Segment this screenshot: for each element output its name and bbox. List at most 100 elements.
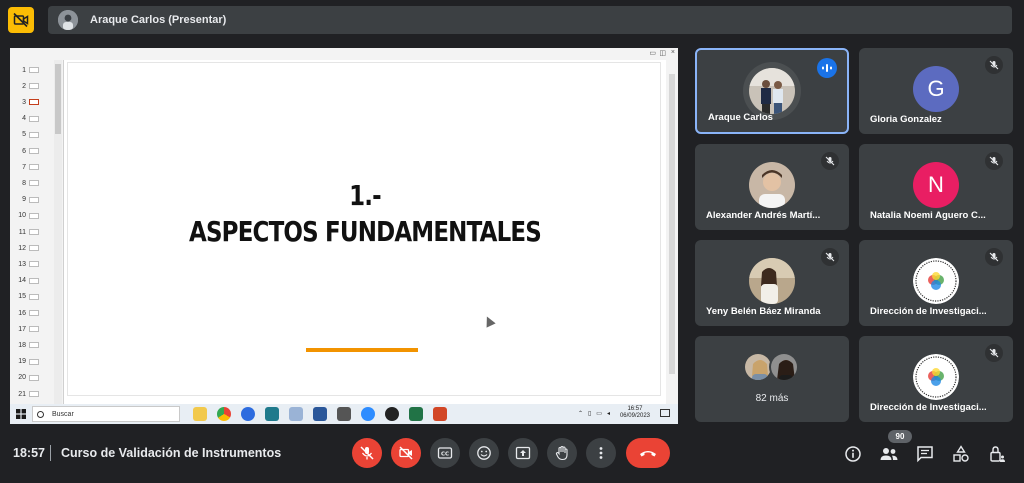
- slide-thumbnail[interactable]: 1: [14, 64, 39, 76]
- mic-off-icon: [821, 248, 839, 266]
- avatar: G: [913, 66, 959, 112]
- taskbar-clock-time: 16:57: [627, 406, 643, 412]
- participant-tile[interactable]: Araque Carlos: [695, 48, 849, 134]
- participant-name: Dirección de Investigaci...: [870, 306, 987, 317]
- mic-off-icon: [821, 152, 839, 170]
- emoji-icon: [477, 446, 491, 460]
- taskbar-search-box[interactable]: Buscar: [32, 406, 180, 422]
- activities-button[interactable]: [951, 444, 971, 464]
- participant-tile[interactable]: Dirección de Investigaci...: [859, 240, 1013, 326]
- tray-network-icon[interactable]: ▯: [588, 410, 591, 417]
- mic-off-icon: [360, 446, 374, 460]
- slide-thumbnail[interactable]: 7: [14, 161, 39, 173]
- host-controls-button[interactable]: [987, 444, 1007, 464]
- slide-thumbnail-preview: [29, 261, 39, 268]
- divider: [50, 445, 51, 461]
- slide-thumbnail-preview: [29, 148, 39, 154]
- slide-thumbnail[interactable]: 21: [14, 388, 39, 400]
- more-participants-tile[interactable]: 82 más: [695, 336, 849, 422]
- app-icon[interactable]: [289, 407, 303, 421]
- captions-button[interactable]: CC: [430, 438, 460, 468]
- people-button[interactable]: [879, 444, 899, 464]
- window-close-icon[interactable]: ×: [671, 49, 675, 56]
- presenter-label: Araque Carlos (Presentar): [90, 14, 227, 26]
- slide-thumbnail[interactable]: 10: [14, 210, 39, 222]
- word-icon[interactable]: [313, 407, 327, 421]
- participant-tile[interactable]: N Natalia Noemi Aguero C...: [859, 144, 1013, 230]
- camera-toggle-button[interactable]: [391, 438, 421, 468]
- thumbnail-scrollbar-thumb[interactable]: [55, 64, 61, 134]
- participant-name: Alexander Andrés Martí...: [706, 210, 821, 221]
- file-explorer-icon[interactable]: [193, 407, 207, 421]
- chat-button[interactable]: [915, 444, 935, 464]
- slide-thumbnail-number: 16: [18, 309, 26, 317]
- network-app-icon[interactable]: [265, 407, 279, 421]
- more-options-button[interactable]: [586, 438, 616, 468]
- slide-thumbnail-number: 21: [18, 390, 26, 398]
- slide-thumbnail[interactable]: 9: [14, 194, 39, 206]
- present-now-button[interactable]: [508, 438, 538, 468]
- taskbar-clock-date: 06/09/2023: [619, 413, 650, 419]
- slide-thumbnail-preview: [29, 131, 39, 138]
- app-icon-dark[interactable]: [337, 407, 351, 421]
- tray-battery-icon[interactable]: ▭: [596, 410, 602, 417]
- slide-thumbnail[interactable]: 14: [14, 275, 39, 287]
- slide-thumbnail[interactable]: 5: [14, 129, 39, 141]
- presenter-bar[interactable]: Araque Carlos (Presentar): [48, 6, 1012, 34]
- avatar: N: [913, 162, 959, 208]
- slide-thumbnail[interactable]: 20: [14, 372, 39, 384]
- slide-thumbnail[interactable]: 2: [14, 80, 39, 92]
- slide-thumbnail[interactable]: 17: [14, 323, 39, 335]
- slide-thumbnail-preview: [29, 277, 39, 284]
- reactions-button[interactable]: [469, 438, 499, 468]
- participant-tile[interactable]: G Gloria Gonzalez: [859, 48, 1013, 134]
- zoom-icon[interactable]: [361, 407, 375, 421]
- browser-icon[interactable]: [241, 407, 255, 421]
- slide-thumbnail-panel: 21 20 19 18 17 16 15 14 13 12 11 10 9 8 7 6 5 4 3 2 1: [10, 60, 64, 404]
- notification-icon[interactable]: [660, 409, 670, 417]
- slide-thumbnail[interactable]: 18: [14, 339, 39, 351]
- slide-thumbnail[interactable]: 13: [14, 258, 39, 270]
- excel-icon[interactable]: [409, 407, 423, 421]
- presentation-toolbar-strip: ▭ ◫ ×: [10, 48, 678, 60]
- thumbnail-scrollbar[interactable]: [54, 60, 62, 404]
- people-icon: [880, 448, 898, 460]
- windows-start-icon[interactable]: [10, 404, 32, 424]
- slide-thumbnail[interactable]: 19: [14, 356, 39, 368]
- camera-off-icon: [13, 12, 29, 28]
- camera-off-badge[interactable]: [8, 7, 34, 33]
- tray-chevron-icon[interactable]: ⌃: [578, 410, 583, 417]
- slide-thumbnail[interactable]: 16: [14, 307, 39, 319]
- slide-thumbnail[interactable]: 11: [14, 226, 39, 238]
- meeting-details-button[interactable]: [843, 444, 863, 464]
- window-restore-icon[interactable]: ◫: [659, 49, 666, 57]
- slide-thumbnail[interactable]: 3: [14, 96, 39, 108]
- chrome-icon[interactable]: [217, 407, 231, 421]
- slide-thumbnail-number: 15: [18, 293, 26, 301]
- slide-thumbnail[interactable]: 15: [14, 291, 39, 303]
- taskbar-tray: ⌃ ▯ ▭ ◂ 16:57 06/09/2023: [578, 406, 670, 420]
- taskbar-clock[interactable]: 16:57 06/09/2023: [620, 406, 650, 420]
- slide-thumbnail[interactable]: 6: [14, 145, 39, 157]
- obs-icon[interactable]: [385, 407, 399, 421]
- mic-toggle-button[interactable]: [352, 438, 382, 468]
- slide-accent-line: [306, 348, 418, 352]
- participant-tile[interactable]: Alexander Andrés Martí...: [695, 144, 849, 230]
- slide-thumbnail[interactable]: 8: [14, 177, 39, 189]
- tray-volume-icon[interactable]: ◂: [607, 410, 610, 417]
- slide-thumbnail-preview: [29, 83, 39, 90]
- window-resize-icon[interactable]: ▭: [649, 49, 656, 57]
- slide-thumbnail[interactable]: 4: [14, 113, 39, 125]
- participant-tile[interactable]: Yeny Belén Báez Miranda: [695, 240, 849, 326]
- slide-thumbnail[interactable]: 12: [14, 242, 39, 254]
- slide-scrollbar-thumb[interactable]: [669, 74, 675, 374]
- slide-title-number: 1.-: [349, 179, 382, 212]
- participant-name: Dirección de Investigaci...: [870, 402, 987, 413]
- leave-call-button[interactable]: [626, 438, 670, 468]
- participant-tile[interactable]: Dirección de Investigaci...: [859, 336, 1013, 422]
- raise-hand-button[interactable]: [547, 438, 577, 468]
- slide-thumbnail-number: 1: [22, 66, 26, 74]
- powerpoint-icon[interactable]: [433, 407, 447, 421]
- slide-scrollbar[interactable]: [666, 60, 678, 404]
- participant-name: Araque Carlos: [708, 112, 773, 123]
